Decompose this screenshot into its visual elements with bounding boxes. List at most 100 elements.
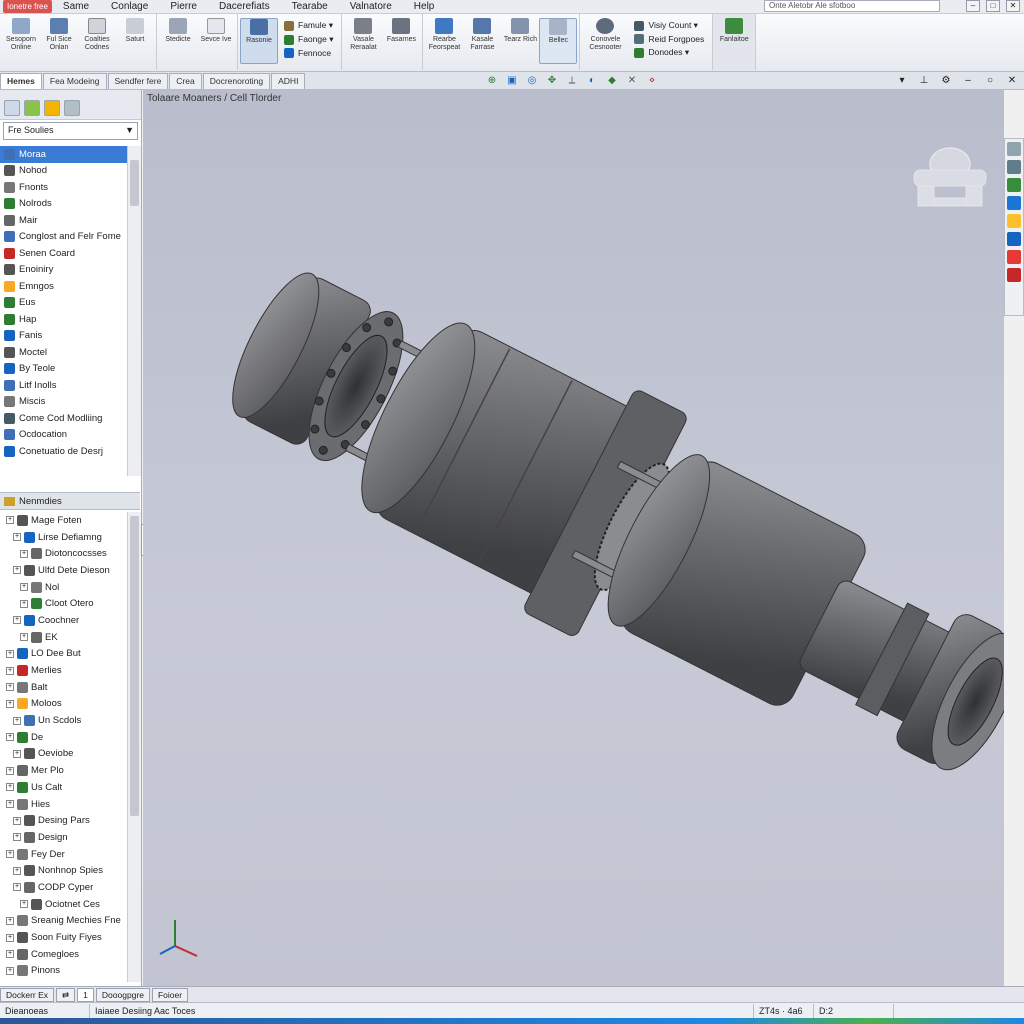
command-fennoce[interactable]: Fennoce [284, 48, 333, 58]
tree-node[interactable]: + Soon Fuity Fiyes [0, 929, 127, 946]
file-explorer-icon[interactable] [1007, 178, 1021, 192]
command-donodes[interactable]: Donodes ▾ [634, 47, 704, 58]
ribbon-button-rearbe[interactable]: Rearbe Feorspeat [425, 18, 463, 52]
bottom-tab-dooogpgre[interactable]: Dooogpgre [95, 987, 150, 1002]
expand-toggle-icon[interactable]: + [6, 516, 14, 525]
ribbon-button-fanlaitoe[interactable]: Fanlaitoe [715, 18, 753, 44]
ribbon-button-vasale[interactable]: Vasale Reraalat [344, 18, 382, 52]
feature-list-item[interactable]: Enoiniry [0, 262, 127, 279]
feature-list-item[interactable]: Nolrods [0, 196, 127, 213]
assembly-model[interactable] [183, 240, 1004, 840]
menu-help[interactable]: Help [403, 1, 446, 12]
feature-list-item[interactable]: Mair [0, 212, 127, 229]
bottom-tab-1[interactable]: 1 [77, 987, 94, 1002]
expand-toggle-icon[interactable]: + [20, 900, 28, 909]
expand-toggle-icon[interactable]: + [6, 933, 14, 942]
rotate-icon[interactable]: ◎ [526, 75, 538, 87]
breadcrumb[interactable]: Tolaare Moaners / Cell Tlorder [147, 93, 281, 104]
forum-icon[interactable] [1007, 250, 1021, 264]
expand-toggle-icon[interactable]: + [6, 966, 14, 975]
feature-list-item[interactable]: Nohod [0, 163, 127, 180]
expand-toggle-icon[interactable]: + [6, 683, 14, 692]
tree-node[interactable]: + LO Dee But [0, 646, 127, 663]
tree-node[interactable]: + Sreanig Mechies Fne [0, 913, 127, 930]
feature-list-item[interactable]: Fanis [0, 328, 127, 345]
expand-toggle-icon[interactable]: + [13, 816, 21, 825]
tab-fea-modeing[interactable]: Fea Modeing [42, 73, 107, 89]
view-palette-icon[interactable] [1007, 196, 1021, 210]
application-button[interactable]: Ionetre free [3, 0, 52, 13]
expand-toggle-icon[interactable]: + [13, 749, 21, 758]
close-button[interactable]: ✕ [1006, 0, 1020, 12]
expand-toggle-icon[interactable]: + [20, 633, 28, 642]
tree-node[interactable]: + Us Calt [0, 779, 127, 796]
tree-node[interactable]: + Oeviobe [0, 746, 127, 763]
ribbon-button-coalties[interactable]: Coalties Codnes [78, 18, 116, 52]
tree-node[interactable]: + Mer Plo [0, 762, 127, 779]
close-icon[interactable]: ✕ [1006, 75, 1018, 87]
feature-list-item[interactable]: Emngos [0, 278, 127, 295]
property-icon[interactable] [24, 100, 40, 116]
feature-list-item[interactable]: Moctel [0, 344, 127, 361]
expand-toggle-icon[interactable]: + [13, 566, 21, 575]
feature-list-scrollbar[interactable] [127, 146, 141, 476]
expand-toggle-icon[interactable]: + [13, 533, 21, 542]
filter-dropdown[interactable]: Fre Soulies ▼ [3, 122, 138, 140]
view-cube-icon[interactable] [900, 136, 1000, 218]
ribbon-button-rasonie[interactable]: Rasonie [240, 18, 278, 64]
expand-toggle-icon[interactable]: + [6, 666, 14, 675]
feature-list-item[interactable]: Eus [0, 295, 127, 312]
tab-hemes[interactable]: Hemes [0, 73, 42, 89]
ribbon-button-saturt[interactable]: Saturt [116, 18, 154, 44]
feature-list-item[interactable]: Come Cod Modliing [0, 410, 127, 427]
zoom-window-icon[interactable]: ▣ [506, 75, 518, 87]
settings-icon[interactable]: ⚙ [940, 75, 952, 87]
tree-node[interactable]: + Balt [0, 679, 127, 696]
help-icon[interactable] [1007, 268, 1021, 282]
expand-toggle-icon[interactable]: + [6, 766, 14, 775]
feature-list-item[interactable]: By Teole [0, 361, 127, 378]
bottom-tab-foioer[interactable]: Foioer [151, 987, 189, 1002]
menu-tearabe[interactable]: Tearabe [281, 1, 339, 12]
minimize-button[interactable]: – [966, 0, 980, 12]
bottom-tab-arrows-icon[interactable]: ⇄ [56, 987, 76, 1002]
tree-node[interactable]: + EK [0, 629, 127, 646]
expand-toggle-icon[interactable]: + [6, 649, 14, 658]
tab-crea[interactable]: Crea [169, 73, 202, 89]
ribbon-button-sesoporn[interactable]: Sesoporn Online [2, 18, 40, 52]
menu-pierre[interactable]: Pierre [159, 1, 208, 12]
expand-toggle-icon[interactable]: + [6, 916, 14, 925]
expand-toggle-icon[interactable]: + [13, 616, 21, 625]
expand-toggle-icon[interactable]: + [20, 549, 28, 558]
feature-list-item[interactable]: Hap [0, 311, 127, 328]
ribbon-button-tearz[interactable]: Tearz Rich [501, 18, 539, 44]
expand-toggle-icon[interactable]: + [6, 733, 14, 742]
scene-icon[interactable]: ⋄ [646, 75, 658, 87]
tree-node[interactable]: + Nol [0, 579, 127, 596]
tab-sendfer-fere[interactable]: Sendfer fere [107, 73, 169, 89]
tree-node[interactable]: + CODP Cyper [0, 879, 127, 896]
tree-node[interactable]: + Merlies [0, 662, 127, 679]
tree-node[interactable]: + Nonhnop Spies [0, 862, 127, 879]
feature-tree-icon[interactable] [4, 100, 20, 116]
design-library-icon[interactable] [1007, 160, 1021, 174]
feature-list-item[interactable]: Conetuatio de Desrj [0, 443, 127, 460]
appearance-icon[interactable]: ◆ [606, 75, 618, 87]
ribbon-button-conovele[interactable]: Conovele Cesnooter [582, 18, 628, 52]
command-reid-forgpoes[interactable]: Reid Forgpoes [634, 34, 704, 44]
expand-toggle-icon[interactable]: + [6, 699, 14, 708]
menu-valnatore[interactable]: Valnatore [339, 1, 403, 12]
search-input[interactable]: Onte Aletobr Ale sfotboo [764, 0, 940, 12]
feature-list-item[interactable]: Litf Inolls [0, 377, 127, 394]
bottom-tab-dockerr[interactable]: Dockerr Ex [0, 987, 55, 1002]
maximize-button[interactable]: □ [986, 0, 1000, 12]
expand-toggle-icon[interactable]: + [6, 800, 14, 809]
expand-toggle-icon[interactable]: + [6, 950, 14, 959]
zoom-fit-icon[interactable]: ⊕ [486, 75, 498, 87]
tree-node[interactable]: + Cloot Otero [0, 595, 127, 612]
menu-same[interactable]: Same [52, 1, 100, 12]
ribbon-button-stedicte[interactable]: Stedicte [159, 18, 197, 44]
ribbon-button-kasale[interactable]: Kasale Farrase [463, 18, 501, 52]
dropdown-arrow-icon[interactable]: ▾ [896, 75, 908, 87]
expand-toggle-icon[interactable]: + [13, 833, 21, 842]
